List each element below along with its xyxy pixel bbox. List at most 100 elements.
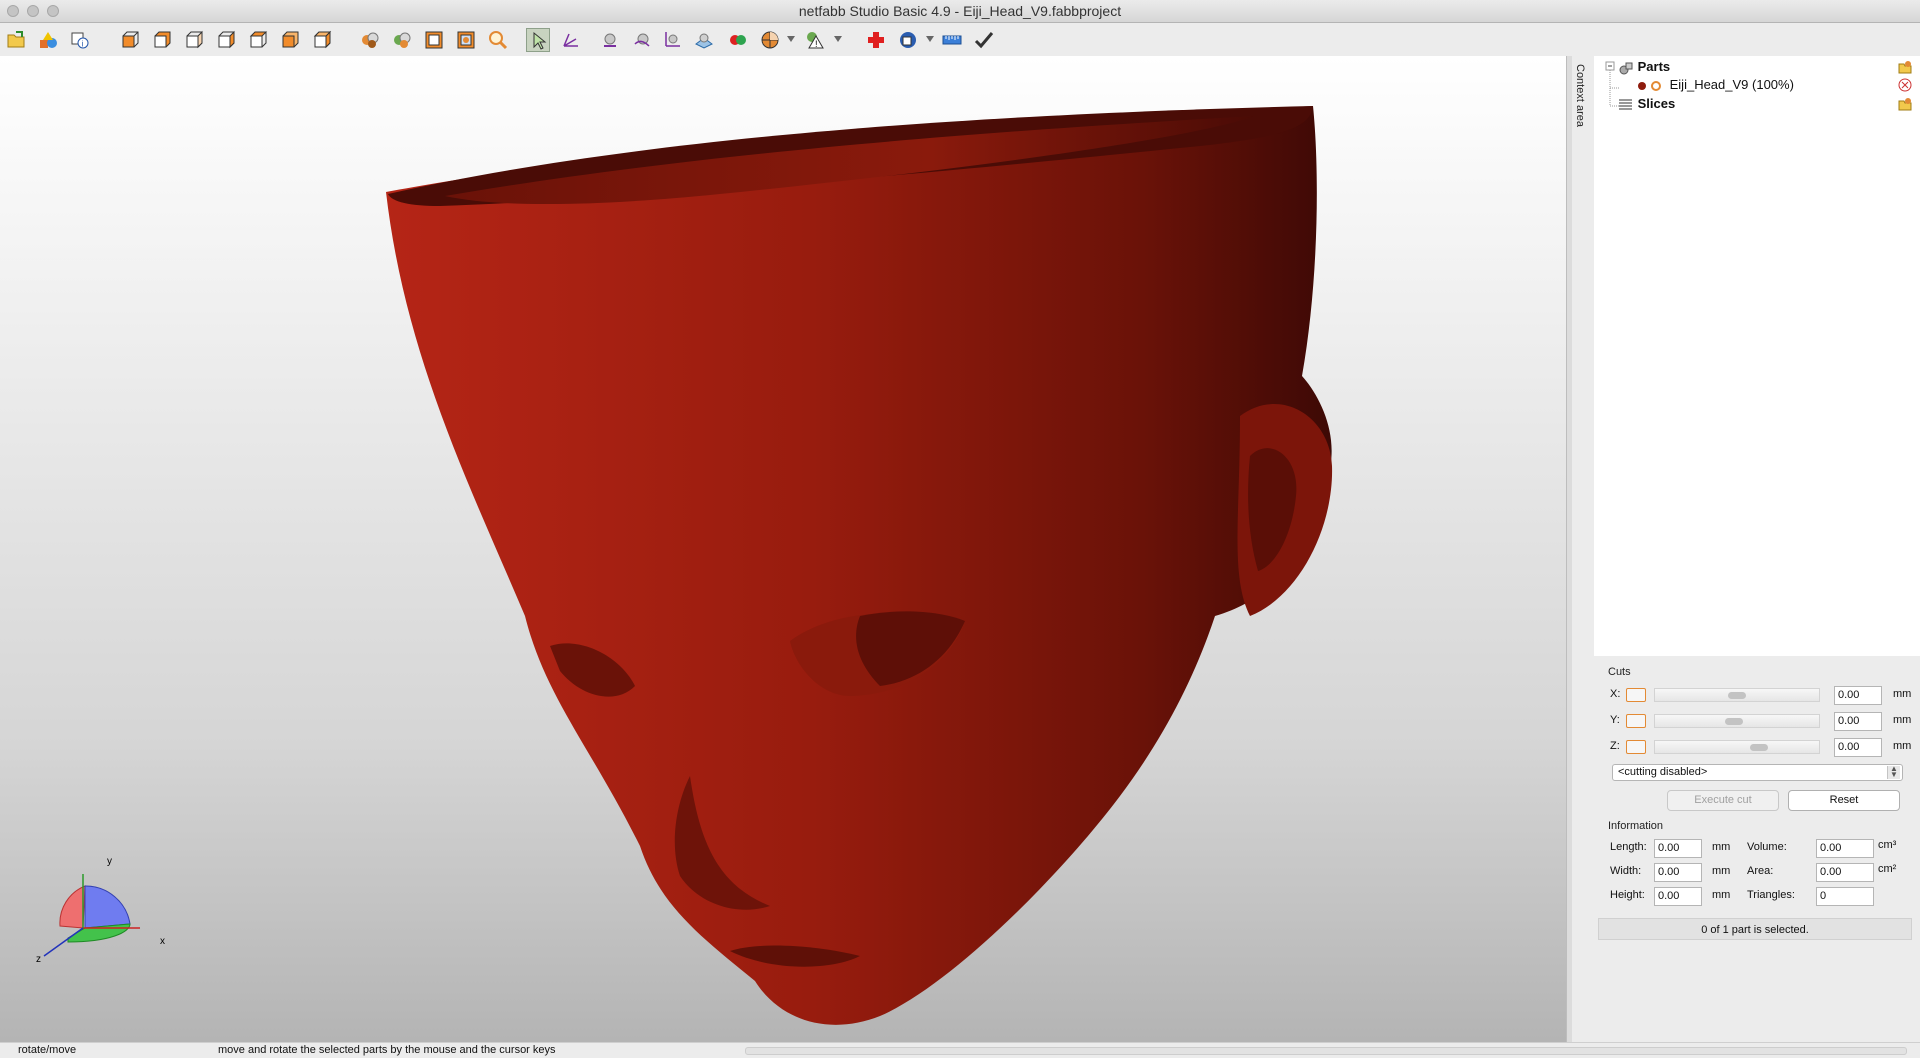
part-name: Eiji_Head_V9 (100%) xyxy=(1669,77,1794,92)
volume-value[interactable]: 0.00 xyxy=(1816,839,1874,858)
select-plane-icon xyxy=(695,33,713,49)
open-project-icon xyxy=(7,31,25,48)
status-scrollbar[interactable] xyxy=(745,1047,1907,1055)
volume-label: Volume: xyxy=(1747,841,1787,853)
confirm-button[interactable] xyxy=(972,28,996,52)
part-remove-icon[interactable] xyxy=(1898,78,1912,92)
color-mode-button[interactable] xyxy=(758,28,782,52)
cut-y-slider-thumb[interactable] xyxy=(1725,718,1743,725)
information-title: Information xyxy=(1608,820,1664,832)
part-info-icon: i xyxy=(71,32,89,49)
slices-label: Slices xyxy=(1637,96,1676,111)
part-info-button[interactable]: i xyxy=(68,28,92,52)
head-mesh[interactable] xyxy=(386,106,1332,1025)
ruler-button[interactable] xyxy=(940,28,964,52)
cut-z-slider-thumb[interactable] xyxy=(1750,744,1768,751)
color-mode-icon xyxy=(761,31,779,49)
cut-y-slider[interactable] xyxy=(1654,714,1820,728)
select-sphere-button[interactable] xyxy=(598,28,622,52)
view-left-icon xyxy=(186,30,203,49)
cut-z-input[interactable]: 0.00 xyxy=(1834,738,1882,757)
select-pointer-icon xyxy=(533,31,547,50)
cut-x-input[interactable]: 0.00 xyxy=(1834,686,1882,705)
zoom-selection-button[interactable] xyxy=(390,28,414,52)
triangles-label: Triangles: xyxy=(1747,889,1795,901)
cut-y-label: Y: xyxy=(1610,714,1620,726)
context-area-label[interactable]: Context area xyxy=(1574,64,1586,127)
triangles-value[interactable]: 0 xyxy=(1816,887,1874,906)
select-plane-button[interactable] xyxy=(692,28,716,52)
cut-y-input[interactable]: 0.00 xyxy=(1834,712,1882,731)
status-hint: move and rotate the selected parts by th… xyxy=(218,1044,556,1056)
width-value[interactable]: 0.00 xyxy=(1654,863,1702,882)
parts-tree[interactable]: Parts Eiji_Head_V9 (100%) Slices xyxy=(1594,56,1920,656)
model-render[interactable] xyxy=(0,56,1566,1042)
zoom-box-button[interactable] xyxy=(422,28,446,52)
cut-mode-select[interactable]: <cutting disabled> ▲ ▼ xyxy=(1612,764,1903,781)
reset-button[interactable]: Reset xyxy=(1788,790,1900,811)
view-top-button[interactable] xyxy=(246,28,270,52)
parts-add-icon[interactable] xyxy=(1898,60,1912,74)
ruler-icon xyxy=(942,35,962,45)
zoom-all-button[interactable] xyxy=(358,28,382,52)
warning-markers-button[interactable]: ! xyxy=(802,28,826,52)
measure-button[interactable] xyxy=(896,28,920,52)
tree-item-parts[interactable]: Parts xyxy=(1618,58,1670,76)
chevron-updown-icon: ▲ ▼ xyxy=(1887,765,1900,779)
view-back-button[interactable] xyxy=(150,28,174,52)
height-value[interactable]: 0.00 xyxy=(1654,887,1702,906)
area-label: Area: xyxy=(1747,865,1774,877)
measure-dropdown-icon[interactable] xyxy=(926,36,934,42)
width-unit: mm xyxy=(1712,865,1731,877)
view-right-button[interactable] xyxy=(214,28,238,52)
cut-x-label: X: xyxy=(1610,688,1621,700)
view-front-button[interactable] xyxy=(118,28,142,52)
shading-toggle-icon xyxy=(730,35,746,45)
warning-markers-icon: ! xyxy=(807,32,824,49)
view-iso-button[interactable] xyxy=(310,28,334,52)
tree-item-part[interactable]: Eiji_Head_V9 (100%) xyxy=(1636,76,1794,94)
cut-y-toggle[interactable] xyxy=(1626,714,1646,728)
cut-x-slider-thumb[interactable] xyxy=(1728,692,1746,699)
select-pointer-button[interactable] xyxy=(526,28,550,52)
length-value[interactable]: 0.00 xyxy=(1654,839,1702,858)
repair-cross-icon xyxy=(868,32,884,48)
cut-x-slider[interactable] xyxy=(1654,688,1820,702)
area-unit: cm² xyxy=(1878,863,1897,875)
view-bottom-button[interactable] xyxy=(278,28,302,52)
zoom-window-button-tool[interactable] xyxy=(454,28,478,52)
3d-viewport[interactable]: x y z xyxy=(0,56,1566,1042)
view-left-button[interactable] xyxy=(182,28,206,52)
execute-cut-button[interactable]: Execute cut xyxy=(1667,790,1779,811)
shading-toggle-button[interactable] xyxy=(726,28,750,52)
zoom-magnify-button[interactable] xyxy=(486,28,510,52)
open-project-button[interactable] xyxy=(4,28,28,52)
cut-z-slider[interactable] xyxy=(1654,740,1820,754)
color-mode-dropdown-icon[interactable] xyxy=(787,36,795,42)
select-mirror-icon xyxy=(634,33,650,47)
cut-z-label: Z: xyxy=(1610,740,1620,752)
repair-button[interactable] xyxy=(864,28,888,52)
information-section: Information Length: 0.00 mm Width: 0.00 … xyxy=(1594,820,1916,940)
status-bar: rotate/move move and rotate the selected… xyxy=(0,1042,1920,1058)
svg-text:!: ! xyxy=(815,39,818,49)
cut-z-toggle[interactable] xyxy=(1626,740,1646,754)
select-sphere-icon xyxy=(604,33,616,47)
cut-x-toggle[interactable] xyxy=(1626,688,1646,702)
status-mode: rotate/move xyxy=(18,1044,77,1056)
measure-icon xyxy=(900,32,916,48)
select-axes-icon xyxy=(563,33,578,47)
area-value[interactable]: 0.00 xyxy=(1816,863,1874,882)
height-label: Height: xyxy=(1610,889,1645,901)
select-axes-button[interactable] xyxy=(558,28,582,52)
context-area-tab[interactable] xyxy=(1572,56,1594,1042)
slices-add-icon[interactable] xyxy=(1898,97,1912,111)
warning-markers-dropdown-icon[interactable] xyxy=(834,36,842,42)
select-points-button[interactable] xyxy=(660,28,684,52)
svg-text:i: i xyxy=(82,40,84,49)
zoom-box-icon xyxy=(425,31,443,49)
select-mirror-button[interactable] xyxy=(630,28,654,52)
add-part-button[interactable] xyxy=(36,28,60,52)
tree-item-slices[interactable]: Slices xyxy=(1618,95,1675,113)
width-label: Width: xyxy=(1610,865,1642,877)
